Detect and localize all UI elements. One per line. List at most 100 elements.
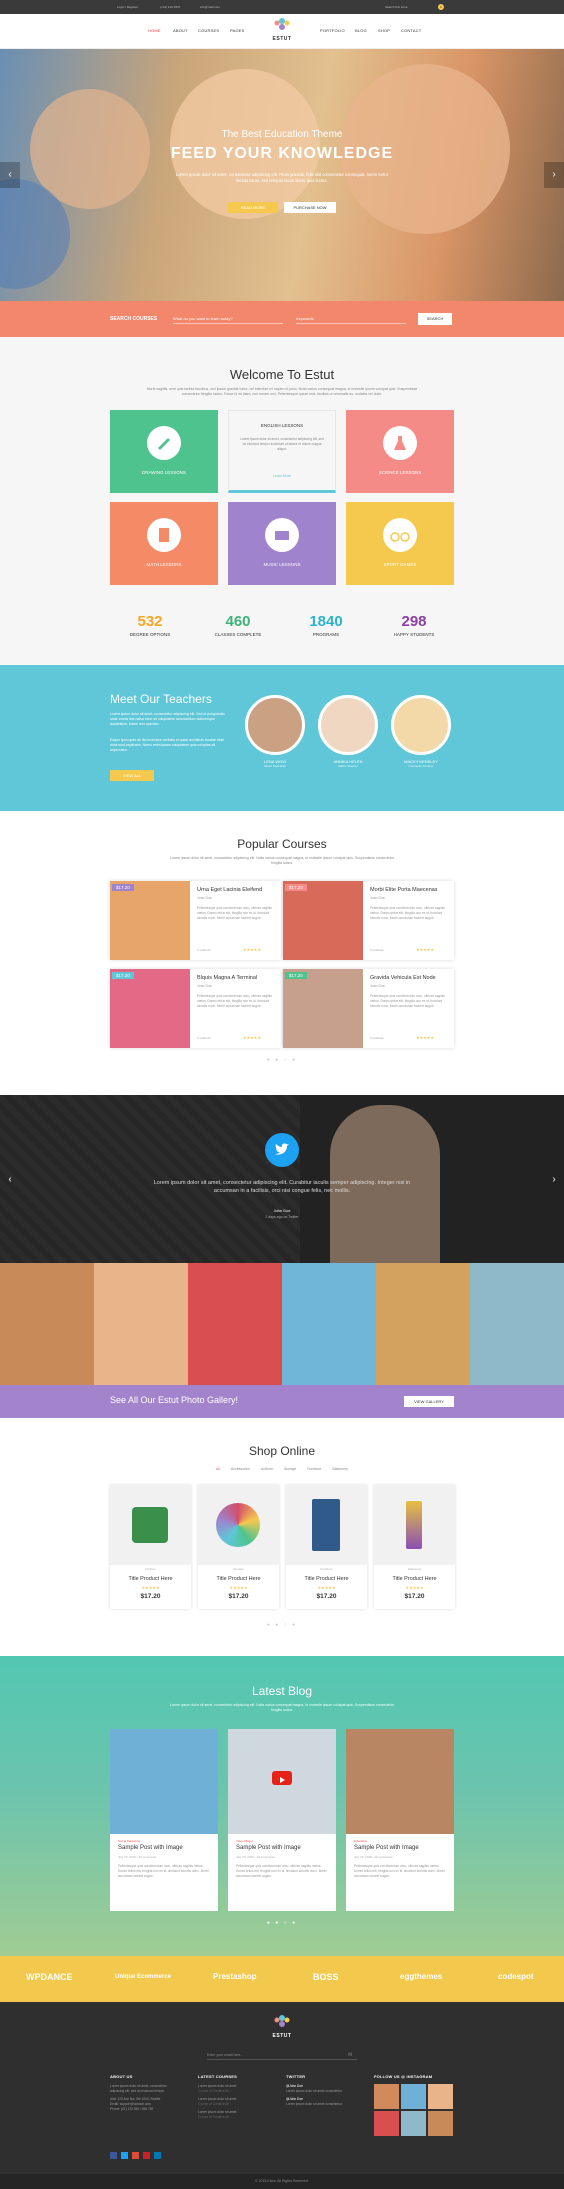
read-more-button[interactable]: READ MORE [228, 202, 278, 213]
course-card[interactable]: $17.20 Gravida Vehicula Est Node John Do… [283, 969, 454, 1048]
blog-post-card[interactable]: Education Sample Post with Image July 15… [346, 1729, 454, 1911]
instagram-photo[interactable] [401, 2111, 426, 2136]
drawing-lessons-card[interactable]: DRAWING LESSONS [110, 410, 218, 493]
gallery-photo[interactable] [0, 1263, 94, 1385]
shop-filters: All Accessories Uniform Storage Furnitur… [0, 1467, 564, 1471]
keyword-input[interactable]: Keywords [296, 314, 406, 324]
filter-all[interactable]: All [216, 1467, 220, 1471]
filter-accessories[interactable]: Accessories [231, 1467, 250, 1471]
newsletter-input[interactable]: Enter your email here... [207, 2050, 357, 2060]
filter-storage[interactable]: Storage [284, 1467, 296, 1471]
course-title[interactable]: Urna Eget Lacinia Eleifend [197, 887, 262, 893]
instagram-photo[interactable] [401, 2084, 426, 2109]
nav-home[interactable]: HOME [148, 28, 161, 33]
nav-shop[interactable]: SHOP [378, 28, 390, 33]
search-button[interactable]: SEARCH [418, 313, 452, 325]
partner-logo[interactable]: codespot [498, 1972, 534, 1981]
filter-uniform[interactable]: Uniform [261, 1467, 273, 1471]
math-lessons-card[interactable]: MATH LESSONS [110, 502, 218, 585]
post-title[interactable]: Sample Post with Image [354, 1845, 419, 1851]
product-price: $17.20 [228, 1593, 249, 1600]
carousel-dots[interactable]: ● ● ○ ● [0, 1622, 564, 1628]
partner-logo[interactable]: Unique Ecommerce [115, 1974, 171, 1980]
search-link[interactable]: Search this store [385, 0, 408, 14]
site-logo[interactable]: ESTUT [266, 17, 298, 47]
hero-prev-arrow[interactable]: ‹ [0, 162, 20, 188]
nav-blog[interactable]: BLOG [355, 28, 367, 33]
course-title[interactable]: Morbi Elite Porta Maecenas [370, 887, 438, 893]
nav-about[interactable]: ABOUT [173, 28, 188, 33]
course-card[interactable]: $17.20 Urna Eget Lacinia Eleifend John D… [110, 881, 281, 960]
product-title[interactable]: Title Product Here [110, 1576, 191, 1582]
google-plus-icon[interactable] [132, 2152, 139, 2159]
partner-logo[interactable]: WPDANCE [26, 1972, 73, 1982]
send-icon[interactable]: ✉ [348, 2052, 352, 2058]
product-title[interactable]: Title Product Here [198, 1576, 279, 1582]
footer-logo[interactable]: ESTUT [266, 2014, 298, 2039]
linkedin-icon[interactable] [154, 2152, 161, 2159]
play-button[interactable] [272, 1771, 292, 1785]
post-title[interactable]: Sample Post with Image [236, 1845, 301, 1851]
view-gallery-button[interactable]: VIEW GALLERY [404, 1396, 454, 1407]
card-label: ENGLISH LESSONS [260, 423, 304, 428]
learn-more-link[interactable]: Learn More [229, 474, 335, 478]
teacher-card[interactable]: LENA WOW Music Specialist [240, 695, 310, 768]
cart-count-badge[interactable]: 0 [438, 4, 444, 10]
purchase-button[interactable]: PURCHASE NOW [284, 202, 336, 213]
english-lessons-card[interactable]: ENGLISH LESSONS Lorem ipsum dolor sit am… [228, 410, 336, 493]
product-card[interactable]: Uniform Title Product Here ★★★★★ $17.20 [110, 1485, 191, 1609]
login-link[interactable]: Login / Register [117, 0, 138, 14]
nav-pages[interactable]: PAGES [230, 28, 245, 33]
science-lessons-card[interactable]: SCIENCE LESSONS [346, 410, 454, 493]
pinterest-icon[interactable] [143, 2152, 150, 2159]
teacher-card[interactable]: ANNIKA HELEN Maths Teacher [313, 695, 383, 768]
testimonial-prev-arrow[interactable]: ‹ [0, 1167, 20, 1193]
nav-courses[interactable]: COURSES [198, 28, 219, 33]
product-card[interactable]: Storage Title Product Here ★★★★★ $17.20 [198, 1485, 279, 1609]
product-title[interactable]: Title Product Here [374, 1576, 455, 1582]
partner-logo[interactable]: Prestashop [213, 1972, 257, 1981]
nav-portfolio[interactable]: PORTFOLIO [320, 28, 345, 33]
stat-label: HAPPY STUDENTS [393, 632, 435, 637]
instagram-photo[interactable] [428, 2084, 453, 2109]
product-price: $17.20 [140, 1593, 161, 1600]
music-lessons-card[interactable]: MUSIC LESSONS [228, 502, 336, 585]
blog-post-card[interactable]: Video Player Sample Post with Image July… [228, 1729, 336, 1911]
gallery-photo[interactable] [94, 1263, 188, 1385]
icon-circle [265, 518, 299, 552]
partner-logo[interactable]: eggthemes [400, 1972, 442, 1981]
facebook-icon[interactable] [110, 2152, 117, 2159]
twitter-icon[interactable] [121, 2152, 128, 2159]
sport-games-card[interactable]: SPORT GAMES [346, 502, 454, 585]
post-image [346, 1729, 454, 1834]
course-title[interactable]: Gravida Vehicula Est Node [370, 975, 436, 981]
gallery-photo[interactable] [470, 1263, 564, 1385]
product-title[interactable]: Title Product Here [286, 1576, 367, 1582]
gallery-photo[interactable] [282, 1263, 376, 1385]
course-card[interactable]: $17.20 Blquis Magna A Terminal John Doe … [110, 969, 281, 1048]
instagram-photo[interactable] [374, 2111, 399, 2136]
instagram-photo[interactable] [428, 2111, 453, 2136]
twitter-button[interactable] [265, 1133, 299, 1167]
post-title[interactable]: Sample Post with Image [118, 1845, 183, 1851]
icon-circle [383, 426, 417, 460]
filter-furniture[interactable]: Furniture [307, 1467, 321, 1471]
product-card[interactable]: Furniture Title Product Here ★★★★★ $17.2… [286, 1485, 367, 1609]
nav-contact[interactable]: CONTACT [401, 28, 421, 33]
view-all-teachers-button[interactable]: VIEW ALL [110, 770, 154, 781]
testimonial-next-arrow[interactable]: › [544, 1167, 564, 1193]
filter-stationery[interactable]: Stationery [332, 1467, 348, 1471]
carousel-dots[interactable]: ● ● ○ ● [0, 1057, 564, 1063]
hero-next-arrow[interactable]: › [544, 162, 564, 188]
course-card[interactable]: $17.20 Morbi Elite Porta Maecenas John D… [283, 881, 454, 960]
gallery-photo[interactable] [376, 1263, 470, 1385]
course-search-input[interactable]: What do you want to learn today? [173, 314, 283, 324]
partner-logo[interactable]: BOSS [313, 1972, 339, 1982]
course-title[interactable]: Blquis Magna A Terminal [197, 975, 257, 981]
teacher-card[interactable]: MACEY KENSLEY Counselor Teacher [386, 695, 456, 768]
carousel-dots[interactable]: ● ● ○ ● [0, 1920, 564, 1926]
product-card[interactable]: Stationery Title Product Here ★★★★★ $17.… [374, 1485, 455, 1609]
instagram-photo[interactable] [374, 2084, 399, 2109]
blog-post-card[interactable]: Social Marketing Sample Post with Image … [110, 1729, 218, 1911]
gallery-photo[interactable] [188, 1263, 282, 1385]
